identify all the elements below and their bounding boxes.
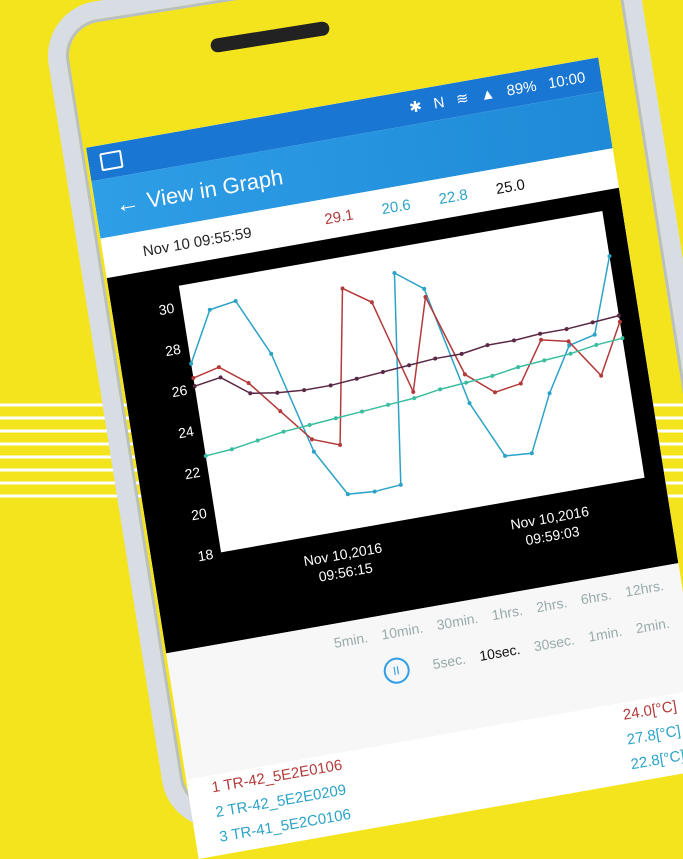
- phone: ✱ N ≋ ▲ 89% 10:00 ← View in Graph Nov 10…: [0, 0, 683, 859]
- range-option[interactable]: 6hrs.: [580, 586, 613, 607]
- signal-icon: ▲: [478, 84, 497, 104]
- interval-option[interactable]: 5sec.: [431, 651, 466, 673]
- reading-value: 22.8: [437, 185, 469, 208]
- wifi-icon: ≋: [454, 89, 470, 109]
- reading-value: 25.0: [494, 175, 527, 198]
- clock: 10:00: [546, 68, 587, 92]
- reading-value: 20.6: [380, 195, 412, 218]
- interval-option[interactable]: 10sec.: [478, 641, 521, 664]
- range-option[interactable]: 10min.: [380, 620, 424, 643]
- interval-option[interactable]: 2min.: [635, 615, 671, 637]
- range-option[interactable]: 30min.: [435, 610, 479, 633]
- y-tick-label: 26: [171, 382, 189, 401]
- range-option[interactable]: 1hrs.: [491, 602, 524, 623]
- page-title: View in Graph: [145, 164, 285, 213]
- y-tick-label: 30: [158, 300, 176, 319]
- y-tick-label: 24: [177, 423, 195, 442]
- y-tick-label: 20: [190, 505, 208, 524]
- phone-screen: ✱ N ≋ ▲ 89% 10:00 ← View in Graph Nov 10…: [86, 0, 683, 859]
- nfc-icon: N: [432, 93, 446, 113]
- interval-option[interactable]: 1min.: [587, 623, 623, 645]
- pause-icon[interactable]: II: [381, 655, 412, 686]
- range-option[interactable]: 2hrs.: [535, 594, 568, 615]
- range-option[interactable]: 5min.: [333, 629, 369, 651]
- battery-indicator: 89%: [505, 77, 538, 100]
- y-tick-label: 28: [164, 341, 182, 360]
- y-tick-label: 22: [184, 464, 202, 483]
- bluetooth-icon: ✱: [408, 97, 424, 117]
- range-option[interactable]: 12hrs.: [624, 577, 665, 600]
- interval-option[interactable]: 30sec.: [533, 631, 576, 654]
- y-tick-label: 18: [197, 546, 215, 565]
- sensor-value: 24.2[°C]: [633, 771, 683, 798]
- back-arrow-icon[interactable]: ←: [106, 187, 150, 222]
- mail-icon: [99, 149, 124, 172]
- reading-value: 29.1: [323, 205, 355, 228]
